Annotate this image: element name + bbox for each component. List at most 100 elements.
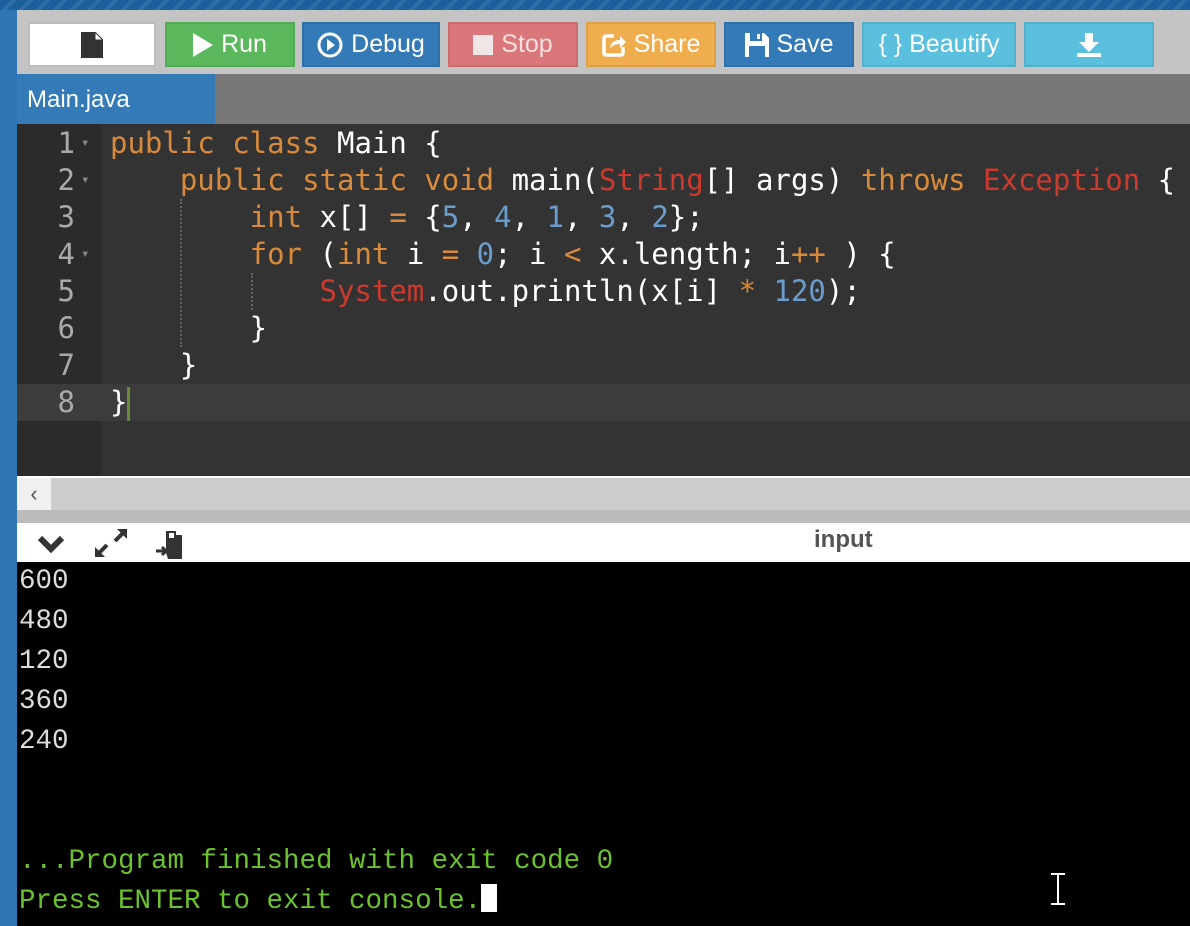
stop-button[interactable]: Stop <box>448 22 578 67</box>
code-token: main( <box>511 163 599 197</box>
code-token: 0 <box>476 237 495 271</box>
beautify-button[interactable]: { } Beautify <box>862 22 1016 67</box>
terminal-cursor <box>481 884 498 912</box>
code-token: 2 <box>651 200 669 234</box>
code-token: int <box>336 237 407 271</box>
code-token: } <box>110 348 198 382</box>
indent-guide <box>251 273 253 310</box>
code-line[interactable]: 2 ▾ public static void main(String[] args… <box>17 162 1190 199</box>
output-line: 480 <box>19 606 69 637</box>
code-token: , <box>459 200 495 234</box>
exit-prompt: Press ENTER to exit console. <box>19 882 498 922</box>
download-icon <box>1077 32 1101 57</box>
line-number: 6 <box>57 311 75 345</box>
horizontal-scrollbar[interactable]: ‹ <box>17 476 1190 510</box>
download-button[interactable] <box>1024 22 1154 67</box>
chevron-down-icon[interactable] <box>37 535 65 555</box>
code-line[interactable]: 5 System.out.println(x[i] * 120); <box>17 273 1190 310</box>
code-token: 1 <box>546 200 564 234</box>
code-editor[interactable]: 1 ▾ public class Main {2 ▾ public static vo… <box>17 124 1190 476</box>
code-token: ++ <box>790 237 844 271</box>
input-label: input <box>814 526 873 553</box>
text-cursor-icon <box>1051 872 1065 906</box>
code-token: throws <box>860 163 984 197</box>
code-token: } <box>110 385 128 419</box>
exit-prompt-text: Press ENTER to exit console. <box>19 886 482 917</box>
debug-button[interactable]: Debug <box>302 22 440 67</box>
code-token: , <box>511 200 547 234</box>
code-token: * <box>738 274 774 308</box>
share-button[interactable]: Share <box>586 22 716 67</box>
code-line[interactable]: 1 ▾ public class Main { <box>17 125 1190 162</box>
indent-guide <box>180 199 182 347</box>
code-token: void <box>424 163 512 197</box>
line-number: 5 <box>57 274 75 308</box>
line-number: 3 <box>57 200 75 234</box>
splitter[interactable] <box>17 510 1190 523</box>
code-token: public <box>110 126 233 160</box>
code-token: System <box>110 274 425 308</box>
code-token: public <box>110 163 303 197</box>
code-token: .out.println(x[i] <box>424 274 739 308</box>
floppy-icon <box>744 32 769 57</box>
save-button[interactable]: Save <box>724 22 854 67</box>
code-token: 4 <box>494 200 512 234</box>
new-file-button[interactable] <box>28 22 156 67</box>
output-line: 600 <box>19 566 69 597</box>
code-text: } <box>110 384 131 421</box>
text-cursor <box>127 387 131 421</box>
code-text: } <box>110 310 267 347</box>
code-line[interactable]: 6 } <box>17 310 1190 347</box>
code-token: { <box>424 200 442 234</box>
scroll-left-button[interactable]: ‹ <box>17 478 51 510</box>
code-token: for <box>110 237 320 271</box>
code-token: 5 <box>441 200 460 234</box>
code-token: 120 <box>773 274 826 308</box>
paste-icon[interactable] <box>156 529 186 559</box>
code-text: for (int i = 0; i < x.length; i++ ) { <box>110 236 896 273</box>
code-token: < <box>563 237 599 271</box>
code-text: public static void main(String[] args) t… <box>110 162 1175 199</box>
console-output[interactable]: 600 480 120 360 240 ...Program finished with… <box>17 562 1190 926</box>
file-icon <box>81 31 103 58</box>
code-token: Exception <box>983 163 1141 197</box>
line-number: 4 <box>57 237 75 271</box>
code-token: = <box>389 200 425 234</box>
file-tabs: Main.java <box>17 74 1190 124</box>
expand-icon[interactable] <box>95 529 127 557</box>
toolbar: Run Debug Stop Share Save { } Beautify <box>17 10 1190 74</box>
code-line[interactable]: 7 } <box>17 347 1190 384</box>
output-line: 240 <box>19 726 69 757</box>
code-token: ( <box>319 237 337 271</box>
code-text: System.out.println(x[i] * 120); <box>110 273 861 310</box>
stop-label: Stop <box>501 30 553 58</box>
debug-label: Debug <box>351 30 425 58</box>
code-line[interactable]: 4 ▾ for (int i = 0; i < x.length; i++ ) { <box>17 236 1190 273</box>
code-token: ; i <box>494 237 564 271</box>
fold-arrow-icon[interactable]: ▾ <box>81 125 89 162</box>
top-stripe <box>0 0 1190 10</box>
code-token: [] args) <box>703 163 861 197</box>
code-token: Main { <box>336 126 442 160</box>
code-token: String <box>598 163 704 197</box>
fold-arrow-icon[interactable]: ▾ <box>81 162 89 199</box>
left-edge <box>0 10 17 926</box>
code-token: ); <box>825 274 861 308</box>
code-text: public class Main { <box>110 125 442 162</box>
code-text: int x[] = {5, 4, 1, 3, 2}; <box>110 199 704 236</box>
code-token: , <box>616 200 652 234</box>
share-label: Share <box>633 30 701 58</box>
code-token: } <box>110 311 268 345</box>
run-label: Run <box>221 30 267 58</box>
code-line[interactable]: 8} <box>17 384 1190 421</box>
exit-message: ...Program finished with exit code 0 <box>19 846 614 877</box>
line-number: 7 <box>57 348 75 382</box>
fold-arrow-icon[interactable]: ▾ <box>81 236 89 273</box>
console-toolbar: input <box>17 523 1190 562</box>
share-icon <box>601 33 626 57</box>
output-line: 360 <box>19 686 69 717</box>
tab-main-java[interactable]: Main.java <box>17 74 215 124</box>
code-text: } <box>110 347 197 384</box>
run-button[interactable]: Run <box>165 22 295 67</box>
code-line[interactable]: 3 int x[] = {5, 4, 1, 3, 2}; <box>17 199 1190 236</box>
